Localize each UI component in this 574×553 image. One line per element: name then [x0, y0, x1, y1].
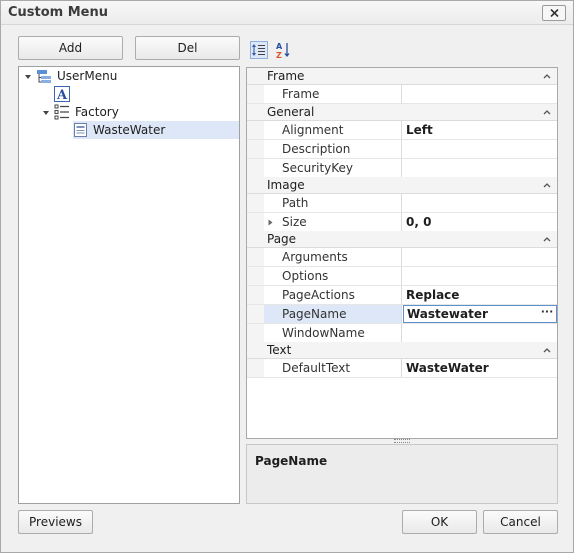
property-row[interactable]: Alignment Left [247, 121, 557, 140]
tree-item-usermenu[interactable]: UserMenu [19, 67, 239, 85]
page-item-icon [74, 123, 87, 137]
collapse-chevron-icon[interactable] [543, 73, 551, 79]
svg-text:A: A [56, 88, 68, 102]
property-name: Description [264, 140, 402, 158]
tree-item-label: Factory [75, 105, 119, 119]
category-label: Text [267, 343, 292, 357]
ellipsis-button[interactable]: ··· [540, 306, 554, 321]
expand-arrow-icon[interactable] [24, 73, 32, 81]
row-gutter [247, 267, 264, 285]
row-gutter [247, 85, 264, 103]
cancel-button[interactable]: Cancel [483, 510, 558, 534]
text-item-icon: A [54, 86, 70, 102]
property-value[interactable]: WasteWater [403, 359, 557, 377]
collapse-chevron-icon[interactable] [543, 182, 551, 188]
property-name: SecurityKey [264, 159, 402, 177]
property-value[interactable] [403, 159, 557, 177]
property-row[interactable]: PageActions Replace [247, 286, 557, 305]
description-title: PageName [255, 454, 328, 468]
category-text[interactable]: Text [247, 342, 557, 359]
property-row[interactable]: Description [247, 140, 557, 159]
property-name: Alignment [264, 121, 402, 139]
property-name: WindowName [264, 324, 402, 342]
description-panel: PageName [246, 444, 558, 504]
property-value[interactable]: Wastewater [407, 307, 488, 321]
category-page[interactable]: Page [247, 231, 557, 248]
category-label: Page [267, 232, 297, 246]
row-gutter [247, 324, 264, 342]
menu-root-icon [37, 70, 51, 83]
row-gutter [247, 159, 264, 177]
property-value[interactable]: Replace [403, 286, 557, 304]
property-name: Arguments [264, 248, 402, 266]
row-gutter [247, 194, 264, 212]
panel-splitter[interactable] [394, 439, 410, 443]
property-value[interactable] [403, 267, 557, 285]
menu-tree[interactable]: UserMenu A Factory WasteWater [18, 66, 240, 504]
property-row[interactable]: Arguments [247, 248, 557, 267]
ok-button[interactable]: OK [402, 510, 477, 534]
category-label: General [267, 105, 315, 119]
tree-item-label: WasteWater [93, 123, 166, 137]
property-name: Options [264, 267, 402, 285]
tree-item-text[interactable]: A [19, 85, 239, 103]
custom-menu-dialog: Custom Menu Add Del UserMenu A Factory W… [0, 0, 574, 553]
collapse-chevron-icon[interactable] [543, 109, 551, 115]
add-button[interactable]: Add [18, 36, 123, 60]
property-value[interactable] [403, 140, 557, 158]
svg-text:Z: Z [276, 51, 282, 59]
property-row[interactable]: SecurityKey [247, 159, 557, 178]
row-gutter [247, 121, 264, 139]
tree-item-factory[interactable]: Factory [19, 103, 239, 121]
property-name: Path [264, 194, 402, 212]
del-button[interactable]: Del [135, 36, 240, 60]
category-label: Image [267, 178, 305, 192]
property-row[interactable]: Options [247, 267, 557, 286]
alphabetical-sort-icon[interactable]: A Z [274, 41, 292, 59]
row-gutter [247, 305, 264, 323]
category-image[interactable]: Image [247, 177, 557, 194]
expand-arrow-icon[interactable] [42, 109, 50, 117]
property-row[interactable]: WindowName [247, 324, 557, 343]
window-title: Custom Menu [8, 5, 109, 20]
row-gutter [247, 286, 264, 304]
close-button[interactable] [542, 5, 566, 21]
svg-text:A: A [276, 42, 283, 51]
tree-item-wastewater[interactable]: WasteWater [73, 121, 239, 139]
property-row-selected[interactable]: PageName Wastewater ··· [247, 305, 557, 324]
row-gutter [247, 140, 264, 158]
submenu-list-icon [54, 104, 69, 120]
category-frame[interactable]: Frame [247, 68, 557, 85]
property-row[interactable]: Size 0, 0 [247, 213, 557, 232]
collapse-chevron-icon[interactable] [543, 347, 551, 353]
categorized-sort-icon[interactable] [250, 41, 268, 59]
property-value[interactable]: 0, 0 [403, 213, 557, 231]
property-value[interactable]: Left [403, 121, 557, 139]
property-row[interactable]: DefaultText WasteWater [247, 359, 557, 378]
property-name: PageName [264, 305, 402, 323]
property-value[interactable] [403, 324, 557, 342]
row-gutter [247, 248, 264, 266]
property-grid[interactable]: Frame Frame General Alignment Left Descr… [246, 67, 558, 439]
property-value[interactable] [403, 248, 557, 266]
category-label: Frame [267, 69, 305, 83]
tree-item-label: UserMenu [57, 69, 118, 83]
row-gutter [247, 359, 264, 377]
previews-button[interactable]: Previews [18, 510, 93, 534]
property-name: Frame [264, 85, 402, 103]
property-name: DefaultText [264, 359, 402, 377]
property-name: PageActions [264, 286, 402, 304]
row-gutter [247, 213, 264, 231]
property-name: Size [264, 213, 402, 231]
property-row[interactable]: Frame [247, 85, 557, 104]
property-value[interactable] [403, 194, 557, 212]
category-general[interactable]: General [247, 104, 557, 121]
collapse-chevron-icon[interactable] [543, 236, 551, 242]
property-value[interactable] [403, 85, 557, 103]
property-row[interactable]: Path [247, 194, 557, 213]
title-bar: Custom Menu [1, 1, 573, 25]
property-value-editor[interactable]: Wastewater ··· [403, 305, 557, 323]
close-x-icon [550, 9, 559, 17]
